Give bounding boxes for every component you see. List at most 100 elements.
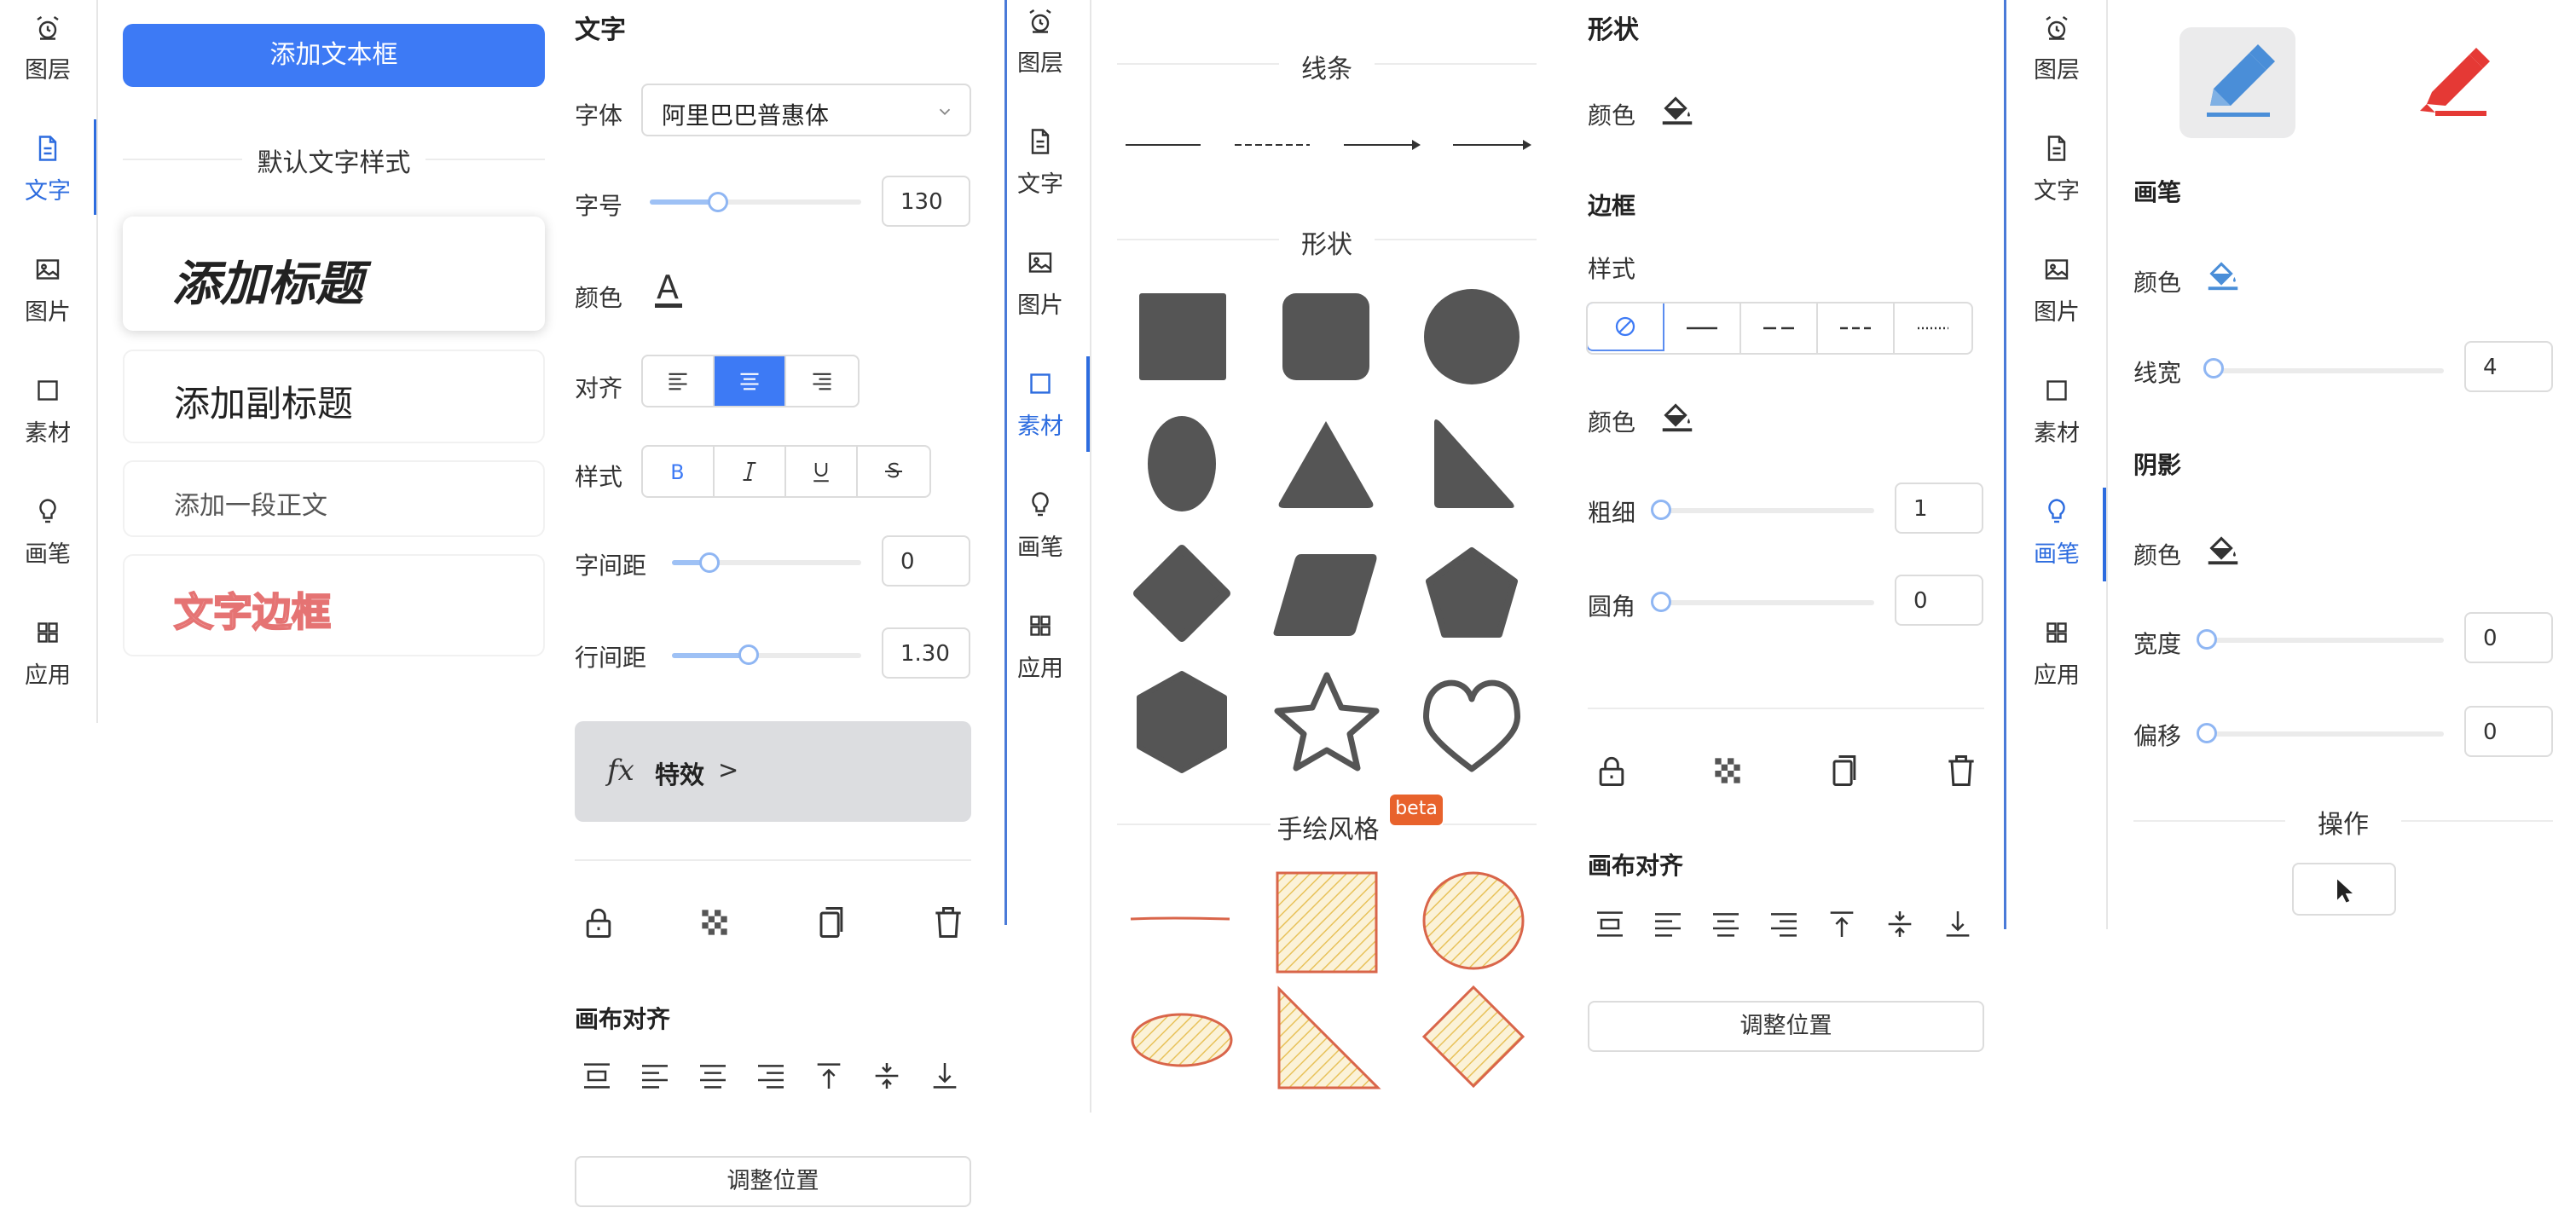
add-subtitle-card[interactable]: 添加副标题: [123, 350, 545, 443]
line-width-input[interactable]: 4: [2464, 341, 2553, 392]
align-left-canvas-icon[interactable]: [638, 1059, 672, 1093]
copy-button[interactable]: [1825, 752, 1862, 789]
border-dotted-button[interactable]: [1895, 303, 1971, 353]
align-h-center-canvas-icon[interactable]: [580, 1059, 614, 1093]
align-center-button[interactable]: [715, 356, 786, 406]
shadow-width-input[interactable]: 0: [2464, 612, 2553, 663]
shape-triangle[interactable]: [1278, 421, 1374, 508]
shadow-offset-slider-knob[interactable]: [2197, 723, 2217, 743]
shadow-width-slider-knob[interactable]: [2197, 629, 2217, 650]
text-color-picker[interactable]: A: [651, 269, 686, 312]
shape-star[interactable]: [1274, 672, 1380, 772]
radius-input[interactable]: 0: [1895, 575, 1983, 626]
align-right-canvas-icon[interactable]: [754, 1059, 788, 1093]
thickness-slider[interactable]: [1659, 508, 1874, 513]
handdrawn-diamond[interactable]: [1421, 985, 1525, 1089]
nav-item-apps[interactable]: 应用: [993, 598, 1088, 701]
shadow-width-slider[interactable]: [2207, 638, 2444, 643]
align-top-canvas-icon[interactable]: [1825, 907, 1859, 941]
delete-button[interactable]: [929, 904, 967, 941]
pencil-tool-button[interactable]: [2179, 27, 2295, 138]
letter-spacing-input[interactable]: 0: [882, 535, 970, 587]
select-pointer-button[interactable]: [2292, 863, 2396, 916]
opacity-button[interactable]: [1709, 752, 1746, 789]
shape-pentagon[interactable]: [1426, 547, 1518, 638]
line-arrow[interactable]: [1344, 128, 1424, 162]
line-width-slider[interactable]: [2214, 368, 2444, 373]
align-bottom-canvas-icon[interactable]: [1941, 907, 1975, 941]
add-title-card[interactable]: 添加标题: [123, 217, 545, 331]
handdrawn-square[interactable]: [1276, 871, 1378, 974]
font-size-input[interactable]: 130: [882, 176, 970, 227]
nav-item-brush[interactable]: 画笔: [2009, 484, 2104, 587]
border-dash-button[interactable]: [1818, 303, 1895, 353]
shape-right-triangle[interactable]: [1434, 419, 1514, 508]
lock-button[interactable]: [1593, 752, 1630, 789]
adjust-position-button[interactable]: 调整位置: [575, 1156, 971, 1207]
line-arrow-long[interactable]: [1453, 128, 1535, 162]
border-solid-button[interactable]: [1664, 303, 1741, 353]
nav-item-text[interactable]: 文字: [2009, 121, 2104, 223]
handdrawn-triangle[interactable]: [1277, 985, 1381, 1089]
nav-item-layers[interactable]: 图层: [2009, 0, 2104, 102]
handdrawn-circle[interactable]: [1422, 871, 1525, 970]
copy-button[interactable]: [812, 904, 849, 941]
nav-item-material[interactable]: 素材: [0, 363, 96, 465]
shape-ellipse[interactable]: [1148, 416, 1216, 511]
italic-button[interactable]: [715, 447, 786, 496]
shape-rounded-square[interactable]: [1282, 293, 1369, 380]
text-border-card[interactable]: 文字边框: [123, 554, 545, 656]
effects-button[interactable]: fx 特效 >: [575, 721, 971, 822]
align-center-canvas-icon[interactable]: [1709, 907, 1743, 941]
nav-item-text[interactable]: 文字: [0, 121, 96, 223]
nav-item-material[interactable]: 素材: [993, 356, 1088, 459]
nav-item-apps[interactable]: 应用: [2009, 605, 2104, 708]
letter-spacing-slider-knob[interactable]: [699, 552, 720, 573]
align-bottom-canvas-icon[interactable]: [928, 1059, 962, 1093]
align-left-button[interactable]: [643, 356, 715, 406]
lock-button[interactable]: [580, 904, 617, 941]
border-none-button[interactable]: [1588, 303, 1664, 351]
nav-item-material[interactable]: 素材: [2009, 363, 2104, 465]
bold-button[interactable]: B: [643, 447, 715, 496]
add-textbox-button[interactable]: 添加文本框: [123, 24, 545, 87]
align-left-canvas-icon[interactable]: [1651, 907, 1685, 941]
align-right-button[interactable]: [786, 356, 858, 406]
underline-button[interactable]: [786, 447, 858, 496]
font-select[interactable]: 阿里巴巴普惠体: [641, 84, 971, 136]
align-middle-canvas-icon[interactable]: [870, 1059, 904, 1093]
shape-fill-color-picker[interactable]: [1658, 89, 1697, 128]
adjust-position-button[interactable]: 调整位置: [1588, 1001, 1984, 1052]
handdrawn-ellipse[interactable]: [1131, 1013, 1233, 1067]
border-long-dash-button[interactable]: [1741, 303, 1818, 353]
shadow-offset-slider[interactable]: [2207, 731, 2444, 737]
line-height-slider-knob[interactable]: [738, 644, 759, 665]
line-height-input[interactable]: 1.30: [882, 627, 970, 679]
nav-item-brush[interactable]: 画笔: [993, 477, 1088, 580]
shape-circle[interactable]: [1424, 289, 1520, 384]
nav-item-brush[interactable]: 画笔: [0, 484, 96, 587]
brush-color-picker[interactable]: [2203, 254, 2243, 293]
shape-hexagon[interactable]: [1137, 671, 1227, 773]
border-color-picker[interactable]: [1658, 396, 1697, 435]
nav-item-image[interactable]: 图片: [993, 235, 1088, 338]
nav-item-layers[interactable]: 图层: [0, 0, 96, 102]
handdrawn-line[interactable]: [1130, 916, 1230, 921]
align-h-center-canvas-icon[interactable]: [1593, 907, 1627, 941]
nav-item-image[interactable]: 图片: [2009, 242, 2104, 344]
shape-square[interactable]: [1139, 293, 1226, 380]
radius-slider[interactable]: [1659, 600, 1874, 605]
highlighter-tool-button[interactable]: [2394, 27, 2510, 138]
thickness-input[interactable]: 1: [1895, 483, 1983, 534]
align-top-canvas-icon[interactable]: [812, 1059, 846, 1093]
align-right-canvas-icon[interactable]: [1767, 907, 1801, 941]
align-center-canvas-icon[interactable]: [696, 1059, 730, 1093]
opacity-button[interactable]: [696, 904, 733, 941]
line-dashed[interactable]: [1235, 128, 1311, 162]
font-size-slider-knob[interactable]: [708, 192, 728, 212]
radius-slider-knob[interactable]: [1651, 592, 1671, 612]
shape-parallelogram[interactable]: [1273, 554, 1377, 636]
line-width-slider-knob[interactable]: [2203, 358, 2224, 379]
align-middle-canvas-icon[interactable]: [1883, 907, 1917, 941]
nav-item-text[interactable]: 文字: [993, 114, 1088, 217]
